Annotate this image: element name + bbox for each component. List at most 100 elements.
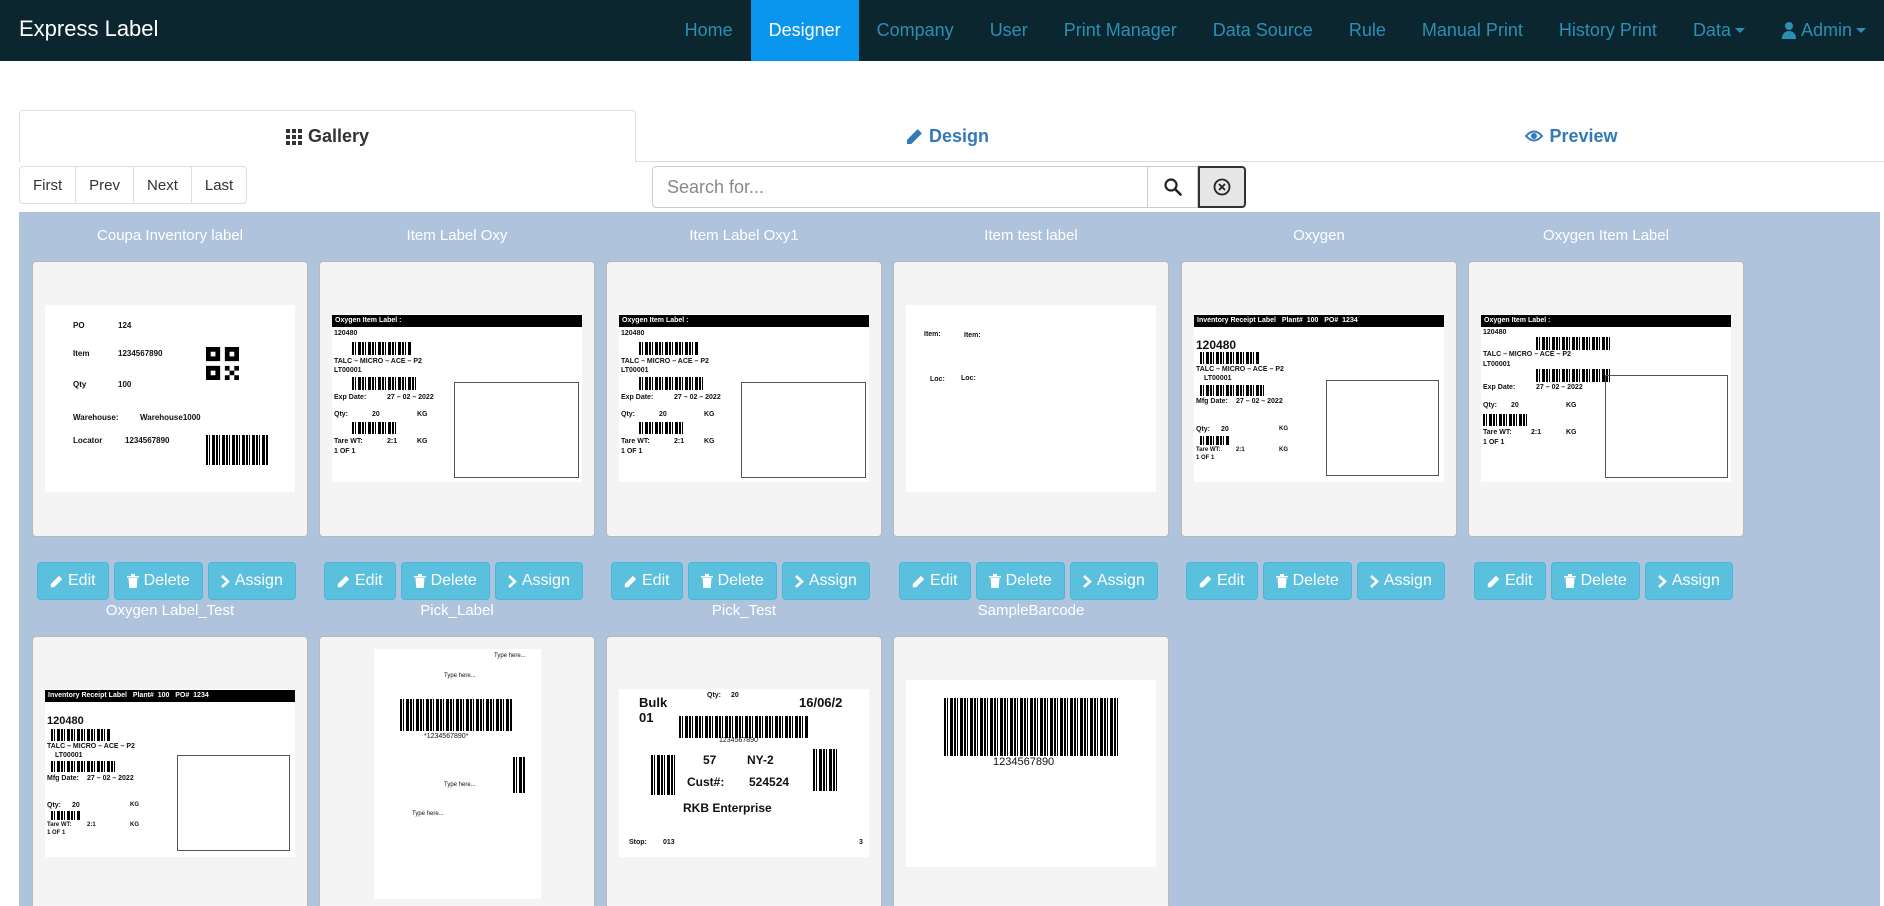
thumb-text: 27 – 02 – 2022 xyxy=(87,775,134,782)
pager-next-button[interactable]: Next xyxy=(133,166,192,204)
assign-button[interactable]: Assign xyxy=(207,562,296,600)
app-brand[interactable]: Express Label xyxy=(19,16,158,42)
delete-label: Delete xyxy=(430,572,477,589)
search-button[interactable] xyxy=(1148,166,1199,208)
label-card[interactable]: Oxygen Item Label : 120480 TALC – MICRO … xyxy=(319,261,595,537)
nav-print-manager[interactable]: Print Manager xyxy=(1046,0,1195,61)
thumb-text: Warehouse: xyxy=(73,413,119,422)
label-thumbnail: Oxygen Item Label : 120480 TALC – MICRO … xyxy=(332,314,582,482)
pencil-icon xyxy=(50,575,63,587)
delete-button[interactable]: Delete xyxy=(113,562,203,600)
edit-button[interactable]: Edit xyxy=(1186,562,1258,600)
label-card[interactable]: Type here... Type here... *1234567890* T… xyxy=(319,636,595,906)
label-title: SampleBarcode xyxy=(977,602,1085,619)
chevron-right-icon xyxy=(1082,574,1092,588)
assign-button[interactable]: Assign xyxy=(1356,562,1445,600)
pencil-icon xyxy=(624,575,637,587)
assign-button[interactable]: Assign xyxy=(1644,562,1733,600)
nav-user[interactable]: User xyxy=(972,0,1046,61)
nav-company[interactable]: Company xyxy=(859,0,972,61)
nav-history-print[interactable]: History Print xyxy=(1541,0,1675,61)
nav-designer[interactable]: Designer xyxy=(750,0,859,61)
delete-button[interactable]: Delete xyxy=(1262,562,1352,600)
barcode-icon xyxy=(51,729,111,741)
edit-button[interactable]: Edit xyxy=(1474,562,1546,600)
nav-admin-dropdown[interactable]: Admin xyxy=(1763,0,1884,61)
edit-button[interactable]: Edit xyxy=(611,562,683,600)
delete-button[interactable]: Delete xyxy=(687,562,777,600)
view-tabs: Gallery Design Preview xyxy=(19,110,1884,163)
pager-last-button[interactable]: Last xyxy=(190,166,248,204)
thumb-text: Type here... xyxy=(444,782,476,788)
thumb-text: KG xyxy=(130,802,139,808)
caret-down-icon xyxy=(1734,28,1745,33)
thumb-text: 2:1 xyxy=(674,438,685,445)
pager-first-button[interactable]: First xyxy=(19,166,77,204)
nav-rule[interactable]: Rule xyxy=(1331,0,1404,61)
label-gallery: Coupa Inventory label Item Label Oxy Ite… xyxy=(19,212,1880,906)
label-card[interactable]: Oxygen Item Label : 120480 TALC – MICRO … xyxy=(606,261,882,537)
thumb-text: Inventory Receipt Label xyxy=(1197,317,1276,324)
edit-button[interactable]: Edit xyxy=(324,562,396,600)
thumb-text: KG xyxy=(1279,447,1288,453)
assign-label: Assign xyxy=(1671,572,1720,589)
delete-button[interactable]: Delete xyxy=(975,562,1065,600)
label-card[interactable]: Inventory Receipt Label Plant# 100 PO# 1… xyxy=(1181,261,1457,537)
thumb-text: Mfg Date: xyxy=(1196,398,1228,405)
assign-button[interactable]: Assign xyxy=(1069,562,1158,600)
assign-label: Assign xyxy=(808,572,857,589)
edit-label: Edit xyxy=(642,572,670,589)
assign-button[interactable]: Assign xyxy=(781,562,870,600)
label-title: Oxygen Label_Test xyxy=(105,602,235,619)
assign-button[interactable]: Assign xyxy=(494,562,583,600)
thumb-text: Loc: xyxy=(961,375,976,382)
thumb-text: KG xyxy=(1279,426,1288,432)
label-card[interactable]: Inventory Receipt Label Plant# 100 PO# 1… xyxy=(32,636,308,906)
thumb-text: Qty: xyxy=(1483,402,1497,409)
delete-button[interactable]: Delete xyxy=(400,562,490,600)
search-input[interactable] xyxy=(652,166,1149,208)
thumb-text: Stop: xyxy=(629,839,647,846)
clear-search-button[interactable] xyxy=(1198,166,1246,208)
barcode-icon xyxy=(1536,369,1611,382)
pager-prev-button[interactable]: Prev xyxy=(75,166,135,204)
label-card[interactable]: Bulk 01 Qty: 20 16/06/2 1234567890 57 NY… xyxy=(606,636,882,906)
label-title: Oxygen Item Label xyxy=(1543,227,1669,244)
thumb-text: Exp Date: xyxy=(621,394,654,401)
card-actions: Edit Delete Assign xyxy=(899,562,1158,600)
thumb-text: 1234 xyxy=(193,692,209,699)
label-card[interactable]: Item: Item: Loc: Loc: xyxy=(893,261,1169,537)
tab-preview[interactable]: Preview xyxy=(1259,110,1884,162)
edit-button[interactable]: Edit xyxy=(37,562,109,600)
thumb-text: 1 OF 1 xyxy=(334,448,356,455)
thumb-text: 27 – 02 – 2022 xyxy=(674,394,721,401)
barcode-icon xyxy=(679,716,809,738)
thumb-text: Tare WT: xyxy=(621,438,650,445)
thumb-text: 20 xyxy=(372,411,380,418)
grid-icon xyxy=(285,128,302,145)
tab-gallery[interactable]: Gallery xyxy=(19,110,636,163)
nav-data-dropdown[interactable]: Data xyxy=(1675,0,1763,61)
nav-home[interactable]: Home xyxy=(667,0,751,61)
thumb-text: 16/06/2 xyxy=(799,695,843,710)
delete-button[interactable]: Delete xyxy=(1550,562,1640,600)
tab-design[interactable]: Design xyxy=(636,110,1259,162)
thumb-text: 1234567890 xyxy=(719,737,758,744)
trash-icon xyxy=(126,574,139,588)
edit-label: Edit xyxy=(1217,572,1245,589)
barcode-icon xyxy=(639,342,699,355)
card-actions: Edit Delete Assign xyxy=(324,562,583,600)
thumb-box xyxy=(1605,375,1728,478)
thumb-text: Tare WT: xyxy=(1483,429,1512,436)
edit-button[interactable]: Edit xyxy=(899,562,971,600)
label-card[interactable]: 1234567890 xyxy=(893,636,1169,906)
trash-icon xyxy=(700,574,713,588)
thumb-text: TALC – MICRO – ACE – P2 xyxy=(621,358,709,365)
nav-data-source[interactable]: Data Source xyxy=(1195,0,1331,61)
close-circle-icon xyxy=(1213,178,1231,196)
nav-manual-print[interactable]: Manual Print xyxy=(1404,0,1541,61)
label-card[interactable]: Oxygen Item Label : 120480 TALC – MICRO … xyxy=(1468,261,1744,537)
label-card[interactable]: PO 124 Item 1234567890 Qty 100 Warehouse… xyxy=(32,261,308,537)
thumb-text: KG xyxy=(1566,402,1577,409)
delete-label: Delete xyxy=(1292,572,1339,589)
